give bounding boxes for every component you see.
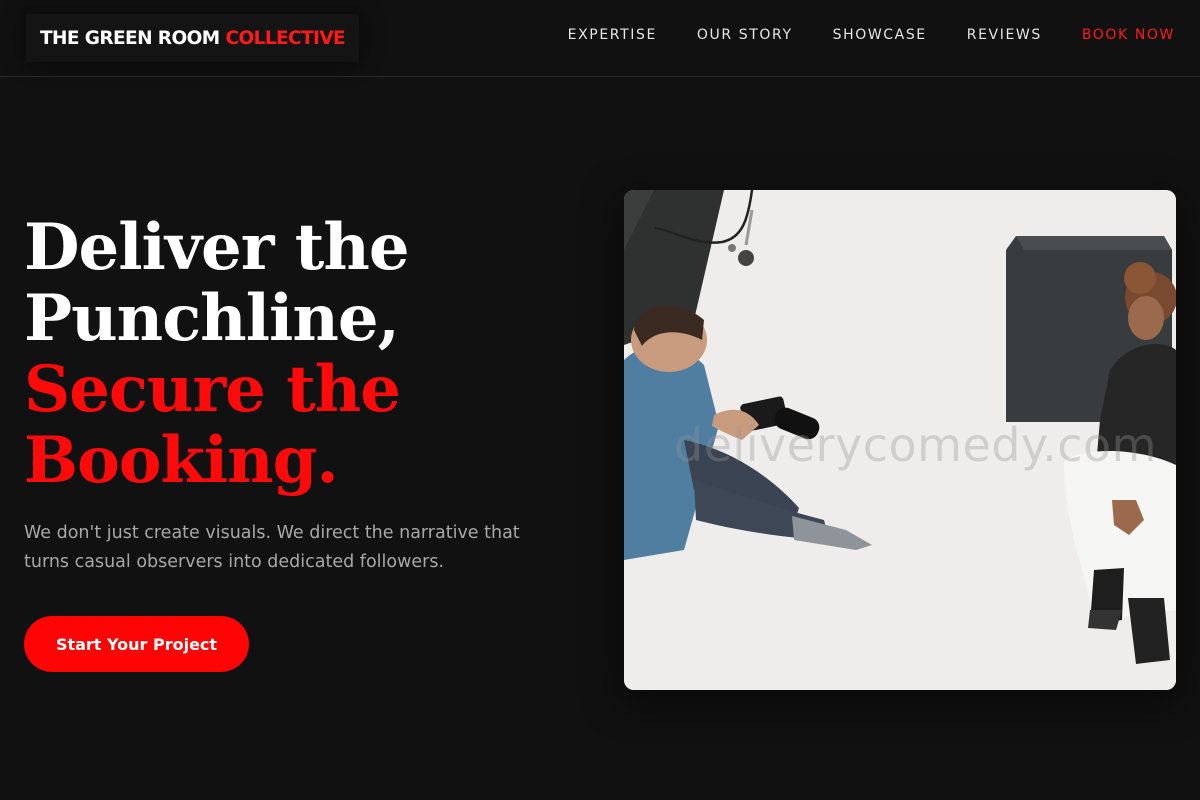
headline-line-3: Secure the bbox=[24, 352, 401, 427]
site-header: THE GREEN ROOM COLLECTIVE EXPERTISE OUR … bbox=[0, 0, 1200, 77]
hero-subtext: We don't just create visuals. We direct … bbox=[24, 523, 520, 572]
nav-link-reviews[interactable]: REVIEWS bbox=[967, 27, 1042, 43]
hero-image: deliverycomedy.com bbox=[624, 190, 1176, 690]
nav-link-book-now[interactable]: BOOK NOW bbox=[1082, 27, 1175, 43]
main-nav: EXPERTISE OUR STORY SHOWCASE REVIEWS BOO… bbox=[568, 27, 1175, 43]
headline-line-1: Deliver the bbox=[24, 210, 410, 285]
headline-line-4: Booking. bbox=[24, 423, 339, 498]
nav-link-our-story[interactable]: OUR STORY bbox=[697, 27, 793, 43]
start-project-button[interactable]: Start Your Project bbox=[24, 616, 249, 672]
logo-accent-text: COLLECTIVE bbox=[225, 27, 346, 49]
image-watermark: deliverycomedy.com bbox=[674, 418, 1157, 472]
nav-link-showcase[interactable]: SHOWCASE bbox=[833, 27, 927, 43]
nav-link-expertise[interactable]: EXPERTISE bbox=[568, 27, 657, 43]
logo-primary-text: THE GREEN ROOM bbox=[40, 27, 220, 49]
headline-line-2: Punchline, bbox=[24, 281, 400, 356]
hero-headline: Deliver the Punchline, Secure the Bookin… bbox=[24, 212, 584, 496]
logo[interactable]: THE GREEN ROOM COLLECTIVE bbox=[26, 14, 360, 62]
